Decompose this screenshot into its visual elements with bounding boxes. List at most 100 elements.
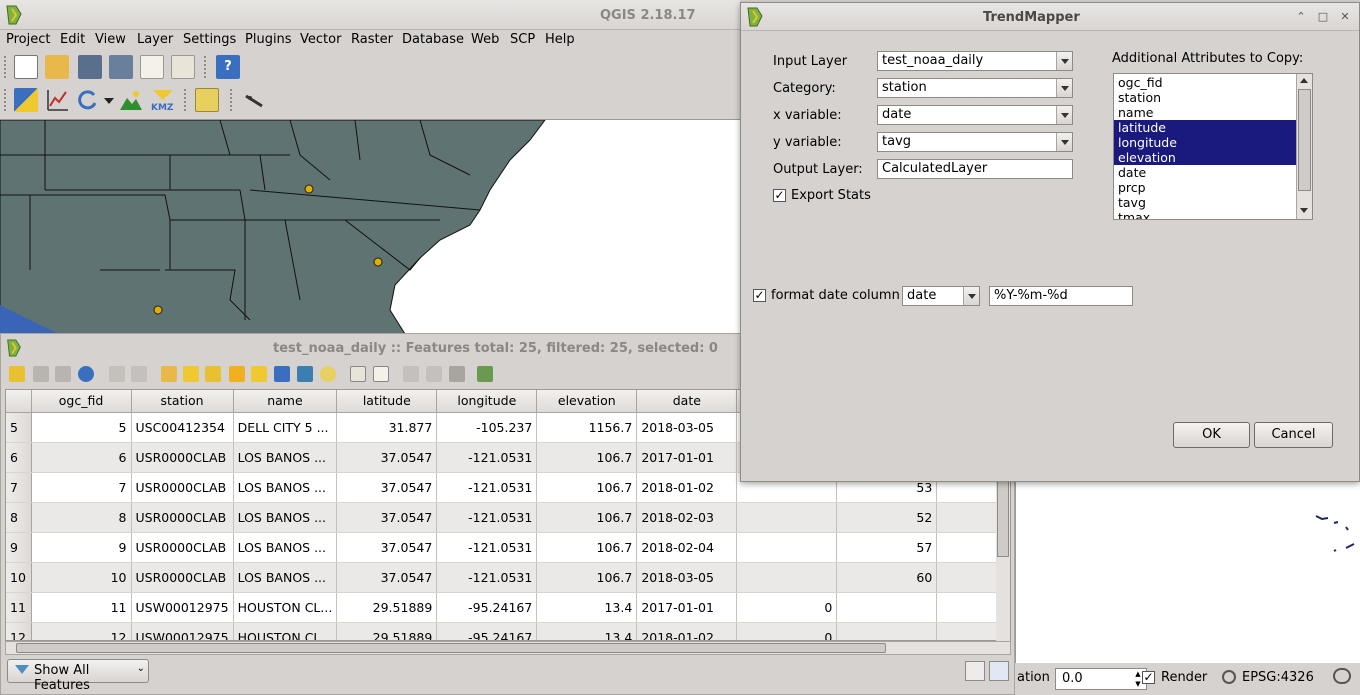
cell-longitude[interactable]: -95.24167 (436, 592, 538, 623)
cell-longitude[interactable]: -105.237 (436, 412, 538, 443)
new-field-icon[interactable] (403, 366, 419, 382)
cell-date[interactable]: 2018-03-05 (636, 412, 738, 443)
cell-longitude[interactable]: -121.0531 (436, 562, 538, 593)
cell-col9[interactable]: 52 (836, 502, 938, 533)
cell-station[interactable]: USR0000CLAB (131, 442, 234, 473)
table-row[interactable]: 12 12 USW00012975 HOUSTON CL... 29.51889 -95.… (6, 622, 1008, 640)
cell-name[interactable]: LOS BANOS ... (233, 532, 338, 563)
row-header[interactable]: 12 (6, 622, 32, 640)
menu-settings[interactable]: Settings (183, 32, 236, 47)
cell-longitude[interactable]: -121.0531 (436, 442, 538, 473)
table-row[interactable]: 11 11 USW00012975 HOUSTON CL... 29.51889 -95.… (6, 592, 1008, 623)
cell-station[interactable]: USR0000CLAB (131, 472, 234, 503)
save-edits-icon[interactable] (55, 366, 71, 382)
column-header[interactable]: name (233, 390, 338, 413)
messages-icon[interactable] (1333, 668, 1351, 684)
table-row[interactable]: 10 10 USR0000CLAB LOS BANOS ... 37.0547 -121.… (6, 562, 1008, 593)
cell-name[interactable]: HOUSTON CL... (233, 622, 338, 640)
crs-label[interactable]: EPSG:4326 (1242, 670, 1314, 685)
composer-manager-icon[interactable] (171, 55, 195, 79)
cell-name[interactable]: LOS BANOS ... (233, 562, 338, 593)
station-point[interactable] (373, 257, 383, 267)
refresh-icon[interactable] (76, 88, 100, 112)
cell-date[interactable]: 2018-02-03 (636, 502, 738, 533)
output-layer-input[interactable]: CalculatedLayer (877, 159, 1073, 179)
column-header[interactable]: ogc_fid (31, 390, 132, 413)
additional-attributes-list[interactable]: ogc_fid station name latitude longitude eleva… (1113, 73, 1313, 220)
open-project-icon[interactable] (45, 55, 69, 79)
row-header[interactable]: 7 (6, 472, 32, 503)
row-header[interactable]: 5 (6, 412, 32, 443)
scrollbar-thumb[interactable] (1298, 89, 1311, 191)
toolbar-grip[interactable] (4, 89, 9, 111)
python-console-icon[interactable] (14, 88, 38, 112)
station-point[interactable] (304, 184, 314, 194)
field-calculator-icon[interactable] (449, 366, 465, 382)
delete-field-icon[interactable] (426, 366, 442, 382)
multi-edit-icon[interactable] (33, 366, 49, 382)
column-header[interactable]: longitude (436, 390, 538, 413)
format-date-checkbox[interactable]: ✓ (753, 289, 766, 302)
cell-ogc-fid[interactable]: 8 (31, 502, 132, 533)
column-header[interactable]: station (131, 390, 234, 413)
menu-layer[interactable]: Layer (137, 32, 173, 47)
save-as-icon[interactable] (109, 55, 133, 79)
cell-station[interactable]: USR0000CLAB (131, 532, 234, 563)
cell-name[interactable]: LOS BANOS ... (233, 442, 338, 473)
pan-to-selection-icon[interactable] (297, 366, 313, 382)
conditional-formatting-icon[interactable] (477, 366, 493, 382)
column-header[interactable]: elevation (536, 390, 638, 413)
maximize-icon[interactable]: □ (1315, 9, 1331, 25)
cell-col8[interactable]: 0 (736, 592, 838, 623)
menu-vector[interactable]: Vector (300, 32, 341, 47)
cell-ogc-fid[interactable]: 11 (31, 592, 132, 623)
cell-latitude[interactable]: 37.0547 (336, 442, 438, 473)
attribute-list-item[interactable]: name (1114, 105, 1312, 120)
cell-longitude[interactable]: -121.0531 (436, 472, 538, 503)
cell-latitude[interactable]: 29.51889 (336, 592, 438, 623)
cell-col9[interactable] (836, 622, 938, 640)
map-canvas[interactable] (0, 119, 740, 333)
scrollbar-thumb[interactable] (997, 477, 1009, 557)
help-icon[interactable]: ? (216, 55, 240, 79)
new-project-icon[interactable] (14, 55, 38, 79)
cell-date[interactable]: 2018-03-05 (636, 562, 738, 593)
column-header[interactable]: date (636, 390, 738, 413)
cell-elevation[interactable]: 106.7 (536, 502, 638, 533)
cell-station[interactable]: USR0000CLAB (131, 502, 234, 533)
table-view-icon[interactable] (989, 661, 1009, 681)
copy-rows-icon[interactable] (350, 366, 366, 382)
date-format-input[interactable]: %Y-%m-%d (989, 286, 1133, 306)
cell-elevation[interactable]: 106.7 (536, 532, 638, 563)
attribute-list-item[interactable]: ogc_fid (1114, 75, 1312, 90)
cell-longitude[interactable]: -121.0531 (436, 502, 538, 533)
toolbar-grip[interactable] (204, 56, 209, 78)
minimize-icon[interactable]: ⌃ (1293, 9, 1309, 25)
new-print-composer-icon[interactable] (140, 55, 164, 79)
cell-ogc-fid[interactable]: 5 (31, 412, 132, 443)
cell-date[interactable]: 2018-01-02 (636, 472, 738, 503)
list-scrollbar[interactable] (1296, 74, 1312, 219)
crs-globe-icon[interactable] (1222, 670, 1236, 684)
cell-elevation[interactable]: 1156.7 (536, 412, 638, 443)
cell-latitude[interactable]: 31.877 (336, 412, 438, 443)
attribute-list-item[interactable]: tavg (1114, 195, 1312, 210)
dropdown-arrow-icon[interactable] (104, 98, 114, 104)
cell-ogc-fid[interactable]: 6 (31, 442, 132, 473)
category-combo[interactable]: station (877, 78, 1073, 98)
attribute-list-item[interactable]: elevation (1114, 150, 1312, 165)
cell-col8[interactable] (736, 532, 838, 563)
cell-station[interactable]: USW00012975 (131, 592, 234, 623)
cell-station[interactable]: USR0000CLAB (131, 562, 234, 593)
menu-raster[interactable]: Raster (351, 32, 393, 47)
column-header[interactable]: latitude (336, 390, 438, 413)
y-variable-combo[interactable]: tavg (877, 132, 1073, 152)
cell-ogc-fid[interactable]: 9 (31, 532, 132, 563)
cell-ogc-fid[interactable]: 7 (31, 472, 132, 503)
cell-elevation[interactable]: 106.7 (536, 472, 638, 503)
select-all-icon[interactable] (183, 366, 199, 382)
delete-feature-icon[interactable] (131, 366, 147, 382)
cell-longitude[interactable]: -95.24167 (436, 622, 538, 640)
cell-name[interactable]: DELL CITY 5 ... (233, 412, 338, 443)
cell-col9[interactable]: 57 (836, 532, 938, 563)
